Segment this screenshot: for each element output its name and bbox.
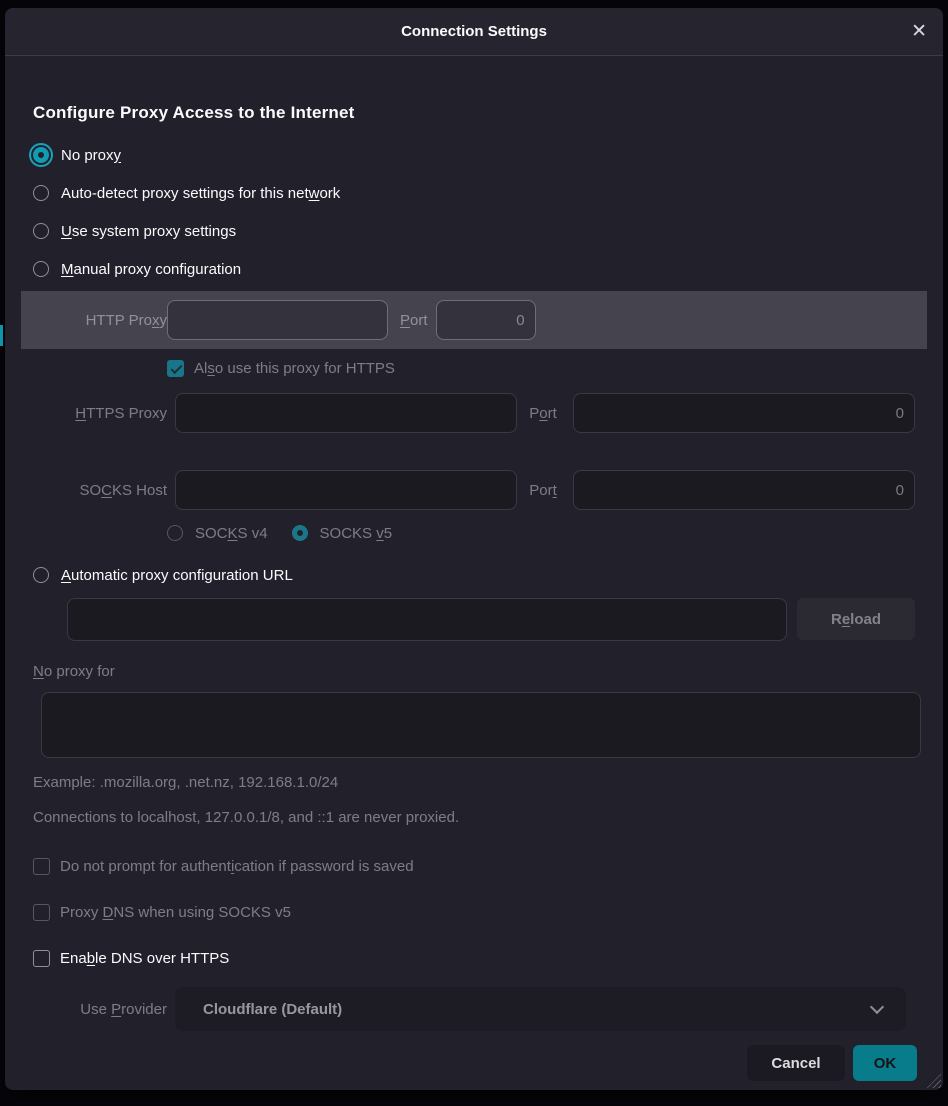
https-proxy-input[interactable] (175, 393, 517, 433)
no-proxy-for-textarea[interactable] (41, 692, 921, 758)
cancel-button[interactable]: Cancel (747, 1045, 845, 1081)
provider-select[interactable]: Cloudflare (Default) (175, 987, 906, 1031)
also-https-checkbox-row[interactable]: Also use this proxy for HTTPS (167, 353, 915, 383)
radio-option-system-proxy[interactable]: Use system proxy settings (33, 212, 915, 250)
https-port-input[interactable] (573, 393, 915, 433)
radio-icon-manual-proxy[interactable] (33, 261, 49, 277)
radio-option-no-proxy[interactable]: No proxy (33, 136, 915, 174)
radio-label-manual-proxy: Manual proxy configuration (61, 261, 241, 278)
https-port-label: Port (529, 405, 557, 422)
socks-host-row: SOCKS Host Port (33, 470, 915, 510)
proxy-dns-checkbox-row[interactable]: Proxy DNS when using SOCKS v5 (33, 897, 915, 927)
http-port-input[interactable] (436, 300, 536, 340)
https-proxy-label: HTTPS Proxy (33, 405, 167, 422)
radio-option-manual-proxy[interactable]: Manual proxy configuration (33, 250, 915, 288)
no-prompt-auth-label: Do not prompt for authentication if pass… (60, 858, 414, 875)
enable-doh-label: Enable DNS over HTTPS (60, 950, 229, 967)
radio-label-auto-detect: Auto-detect proxy settings for this netw… (61, 185, 340, 202)
use-provider-label: Use Provider (33, 1001, 167, 1018)
dialog-title: Connection Settings (401, 23, 547, 40)
no-proxy-example-text: Example: .mozilla.org, .net.nz, 192.168.… (33, 770, 915, 796)
no-proxy-for-label: No proxy for (33, 659, 915, 685)
radio-label-no-proxy: No proxy (61, 147, 121, 164)
no-prompt-auth-checkbox-row[interactable]: Do not prompt for authentication if pass… (33, 851, 915, 881)
socks-version-group: SOCKS v4 SOCKS v5 (167, 518, 915, 548)
socks-host-label: SOCKS Host (33, 482, 167, 499)
proxy-mode-group: No proxy Auto-detect proxy settings for … (33, 136, 915, 288)
http-proxy-label: HTTP Proxy (33, 312, 167, 329)
http-proxy-input[interactable] (167, 300, 388, 340)
reload-button[interactable]: Reload (797, 598, 915, 640)
ok-button[interactable]: OK (853, 1045, 917, 1081)
close-icon[interactable]: ✕ (911, 8, 927, 55)
radio-label-system-proxy: Use system proxy settings (61, 223, 236, 240)
proxy-dns-checkbox-icon[interactable] (33, 904, 50, 921)
auto-config-url-input[interactable] (67, 598, 787, 641)
radio-label-auto-config-url: Automatic proxy configuration URL (61, 567, 293, 584)
connection-settings-dialog: Connection Settings ✕ Configure Proxy Ac… (5, 8, 943, 1090)
radio-label-socks-v5: SOCKS v5 (320, 525, 393, 542)
enable-doh-checkbox-icon[interactable] (33, 950, 50, 967)
radio-icon-socks-v5[interactable] (292, 525, 308, 541)
dialog-buttons: Cancel OK (33, 1045, 917, 1081)
socks-port-input[interactable] (573, 470, 915, 510)
also-https-checkbox-icon[interactable] (167, 360, 184, 377)
options-checkbox-group: Do not prompt for authentication if pass… (33, 851, 915, 973)
auto-config-url-row: Reload (33, 598, 915, 641)
chevron-down-icon (872, 1002, 882, 1012)
socks-host-input[interactable] (175, 470, 517, 510)
enable-doh-checkbox-row[interactable]: Enable DNS over HTTPS (33, 943, 915, 973)
radio-icon-auto-config-url[interactable] (33, 567, 49, 583)
doh-provider-row: Use Provider Cloudflare (Default) (33, 987, 915, 1031)
http-port-label: Port (400, 312, 428, 329)
radio-option-auto-config-url[interactable]: Automatic proxy configuration URL (33, 556, 915, 594)
radio-icon-no-proxy[interactable] (33, 147, 49, 163)
page-title: Configure Proxy Access to the Internet (33, 100, 915, 126)
no-prompt-auth-checkbox-icon[interactable] (33, 858, 50, 875)
radio-icon-system-proxy[interactable] (33, 223, 49, 239)
screen-edge-artifact (0, 325, 3, 346)
proxy-dns-label: Proxy DNS when using SOCKS v5 (60, 904, 291, 921)
also-https-label: Also use this proxy for HTTPS (194, 360, 395, 377)
radio-icon-auto-detect[interactable] (33, 185, 49, 201)
socks-port-label: Port (529, 482, 557, 499)
radio-icon-socks-v4[interactable] (167, 525, 183, 541)
provider-selected-value: Cloudflare (Default) (203, 1001, 342, 1018)
dialog-titlebar: Connection Settings ✕ (5, 8, 943, 56)
http-proxy-row-highlighted: HTTP Proxy Port (21, 291, 927, 349)
radio-label-socks-v4: SOCKS v4 (195, 525, 268, 542)
https-proxy-row: HTTPS Proxy Port (33, 393, 915, 433)
dialog-content: Configure Proxy Access to the Internet N… (5, 56, 943, 1081)
radio-option-auto-detect[interactable]: Auto-detect proxy settings for this netw… (33, 174, 915, 212)
no-proxy-note-text: Connections to localhost, 127.0.0.1/8, a… (33, 805, 915, 831)
